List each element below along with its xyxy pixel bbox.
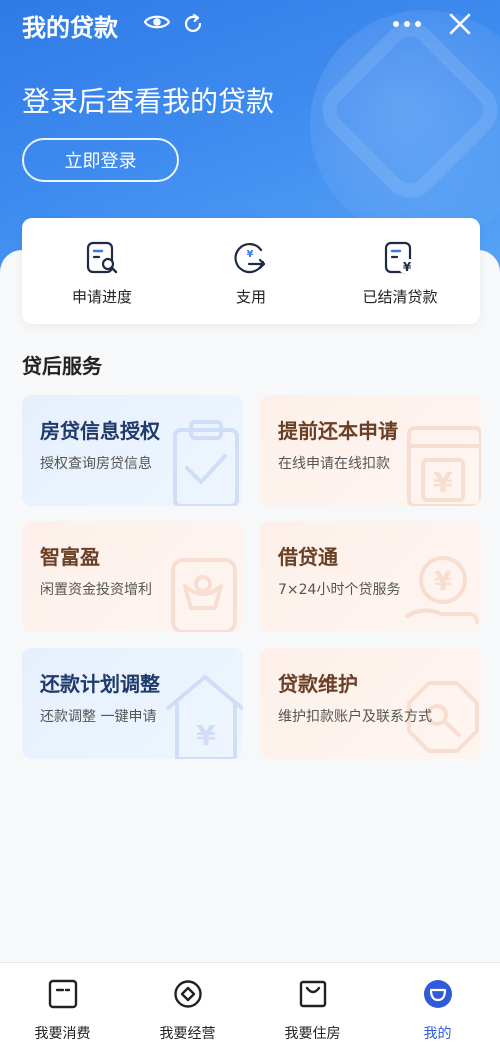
service-desc: 授权查询房贷信息 [40,456,152,472]
tab-label: 我要住房 [284,1026,341,1042]
svg-text:¥: ¥ [196,719,216,752]
service-name: 贷款维护 [278,672,358,696]
title-bar: 我的贷款 [0,0,500,50]
tab-housing[interactable]: 我要住房 [250,963,375,1064]
service-name: 智富盈 [40,545,100,569]
svg-text:¥: ¥ [247,249,254,260]
quick-action-drawdown[interactable]: ¥ 支用 [175,218,327,324]
service-name: 还款计划调整 [40,672,160,696]
tab-label: 我的 [423,1026,452,1042]
login-button[interactable]: 立即登录 [22,138,179,182]
service-name: 提前还本申请 [278,419,398,443]
login-prompt: 登录后查看我的贷款 [22,85,275,118]
yuan-document-icon: ¥ [407,426,481,506]
svg-text:¥: ¥ [434,567,452,597]
service-desc: 还款调整 一键申请 [40,709,157,725]
tab-label: 我要消费 [34,1026,91,1042]
close-icon[interactable] [448,12,472,36]
yuan-transfer-icon: ¥ [234,243,266,274]
service-card-zhifuying[interactable]: 智富盈 闲置资金投资增利 [22,521,243,632]
mine-tab-icon [423,980,452,1008]
coin-hand-icon: ¥ [405,556,479,624]
service-name: 房贷信息授权 [40,419,160,443]
more-icon[interactable] [392,20,422,28]
service-name: 借贷通 [278,545,338,569]
gold-ingot-icon [171,558,237,632]
svg-text:¥: ¥ [403,260,412,274]
page-title: 我的贷款 [22,14,118,42]
quick-action-label: 申请进度 [71,288,132,306]
service-card-repayment-plan[interactable]: ¥ 还款计划调整 还款调整 一键申请 [22,648,243,759]
section-title: 贷后服务 [22,354,102,378]
service-desc: 7×24小时个贷服务 [278,582,401,598]
tab-mine[interactable]: 我的 [375,963,500,1064]
quick-action-settled-loans[interactable]: ¥ 已结清贷款 [324,218,476,324]
tab-consume[interactable]: 我要消费 [0,963,125,1064]
document-yuan-icon: ¥ [384,241,414,274]
quick-actions-card: 申请进度 ¥ 支用 ¥ 已结清贷款 [22,218,480,324]
refresh-icon[interactable] [182,13,204,35]
svg-text:¥: ¥ [433,466,453,499]
document-search-icon [86,241,118,274]
service-card-jiedaitong[interactable]: ¥ 借贷通 7×24小时个贷服务 [260,521,481,632]
clipboard-check-icon [173,420,239,506]
eye-icon[interactable] [144,12,170,32]
quick-action-label: 已结清贷款 [362,288,438,306]
shopping-bag-tab-icon [299,980,326,1008]
business-tab-icon [173,980,202,1008]
service-desc: 维护扣款账户及联系方式 [278,709,432,725]
quick-action-apply-progress[interactable]: 申请进度 [26,218,178,324]
quick-action-label: 支用 [235,288,266,306]
service-card-loan-maintenance[interactable]: 贷款维护 维护扣款账户及联系方式 [260,648,481,759]
bottom-tab-bar: 我要消费 我要经营 我要住房 我的 [0,962,500,1064]
consume-tab-icon [48,979,77,1009]
tab-label: 我要经营 [159,1026,216,1042]
service-card-prepayment[interactable]: ¥ 提前还本申请 在线申请在线扣款 [260,395,481,506]
tab-business[interactable]: 我要经营 [125,963,250,1064]
service-card-mortgage-auth[interactable]: 房贷信息授权 授权查询房贷信息 [22,395,243,506]
service-desc: 闲置资金投资增利 [40,582,152,598]
service-desc: 在线申请在线扣款 [278,456,390,472]
house-yuan-icon: ¥ [165,675,243,759]
